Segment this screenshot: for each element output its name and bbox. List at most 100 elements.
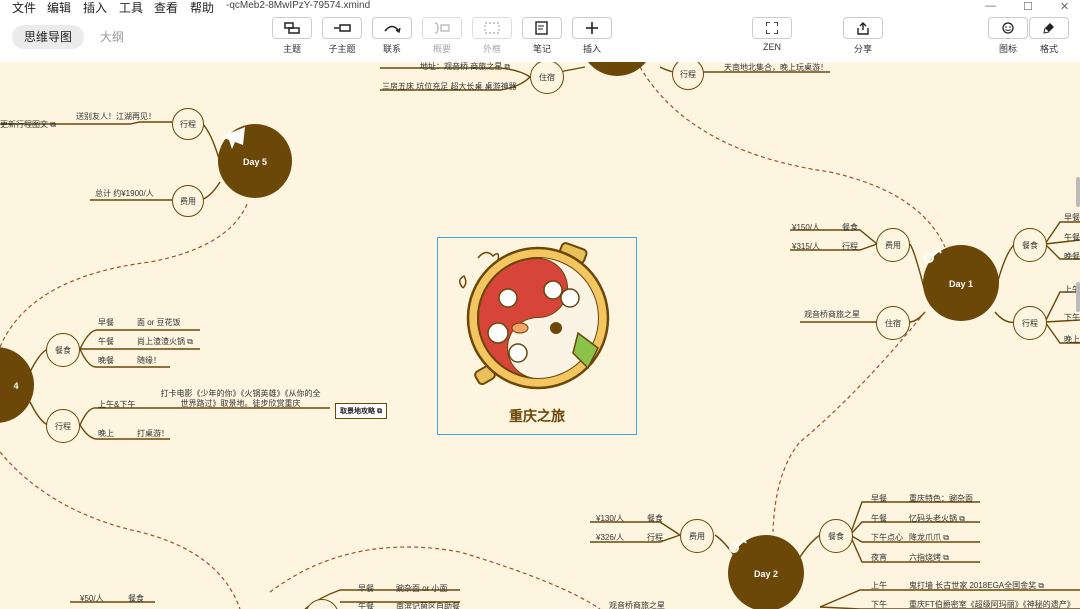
format-button[interactable]: 格式 [1028,17,1070,55]
share-button[interactable]: 分享 [842,17,884,55]
day4-evening[interactable]: 晚上 [98,428,114,439]
day1-meal-cost-label[interactable]: 餐食 [842,222,858,233]
day2-travel-cost[interactable]: ¥326/人 [596,532,624,543]
day2-snack-value[interactable]: 降龙爪爪 ⧉ [909,532,949,543]
fullscreen-icon [766,22,778,34]
icon-panel-button[interactable]: 图标 [987,17,1029,55]
menu-bar: 文件 编辑 插入 工具 查看 帮助 -qcMeb2-8MwIPzY-79574.… [0,0,1080,15]
day4-afternoon-value[interactable]: 打卡电影《少年的你》《火锅英雄》《从你的全世界路过》取景地。徒步欣赏重庆 [158,389,323,409]
day2-hotel[interactable]: 观音桥商旅之星 [609,600,665,609]
day4-evening-value[interactable]: 打桌游！ [137,428,169,439]
day2-breakfast-value[interactable]: 重庆特色：豌杂面 [909,493,973,504]
top-address[interactable]: 地址：观音桥 商旅之星 ⧉ [420,62,510,72]
minimize-button[interactable]: — [985,0,996,12]
day2-meal-cost-label[interactable]: 餐食 [647,513,663,524]
note-button[interactable]: 笔记 [521,17,563,55]
day4-dinner-value[interactable]: 随缘！ [137,355,161,366]
subtopic-button[interactable]: 子主题 [321,17,363,55]
day3-breakfast[interactable]: 早餐 [358,583,374,594]
day1-hotel[interactable]: 观音桥商旅之星 [804,309,860,320]
external-link-icon[interactable]: ⧉ [187,337,193,346]
tab-mindmap[interactable]: 思维导图 [12,25,85,49]
maximize-button[interactable]: ☐ [1023,0,1033,13]
day2-morning-value[interactable]: 鬼打墙 长古世家 2018EGA全国金奖 ⧉ [909,580,1044,591]
day1-afternoon[interactable]: 下午 [1064,312,1080,323]
day1-cost-node[interactable]: 费用 [876,228,910,262]
summary-button[interactable]: 概要 [421,17,463,55]
day1-travel-cost-label[interactable]: 行程 [842,241,858,252]
day4-dinner[interactable]: 晚餐 [98,355,114,366]
day2-afternoon[interactable]: 下午 [871,599,887,609]
day4-lunch-value[interactable]: 尚上渣渣火锅 ⧉ [137,336,193,347]
day4-breakfast[interactable]: 早餐 [98,317,114,328]
tab-outline[interactable]: 大纲 [88,25,136,49]
top-meetup[interactable]: 天南地北集合，晚上玩桌游！ [724,62,828,73]
central-topic[interactable]: 重庆之旅 [437,237,637,435]
day1-evening[interactable]: 晚上 [1064,334,1080,345]
day3-lunch-value[interactable]: 南滨记菌区自助餐 [396,601,460,609]
day5-node[interactable]: Day 5 [218,124,292,198]
day1-breakfast[interactable]: 早餐 [1064,212,1080,223]
mindmap-canvas[interactable]: Day 5 行程 费用 送别友人！江湖再见！ 更新行程图文 ⧉ 总计 约¥190… [0,62,1080,609]
external-link-icon[interactable]: ⧉ [943,533,949,542]
day1-lunch[interactable]: 午餐 [1064,232,1080,243]
icon-panel-label: 图标 [998,44,1017,54]
day3-cost-value[interactable]: ¥50/人 [80,593,104,604]
day4-breakfast-value[interactable]: 面 or 豆花饭 [137,317,181,328]
vertical-scrollbar[interactable] [1076,177,1080,207]
day1-meal-cost[interactable]: ¥150/人 [792,222,820,233]
topic-button[interactable]: 主题 [271,17,313,55]
day3-cost-label[interactable]: 餐食 [128,593,144,604]
zen-button[interactable]: ZEN [751,17,793,52]
day4-schedule-node[interactable]: 行程 [46,409,80,443]
external-link-icon[interactable]: ⧉ [377,408,382,415]
insert-label: 插入 [582,44,601,54]
day5-schedule-node[interactable]: 行程 [172,108,204,140]
share-label: 分享 [853,44,872,54]
day4-lunch-value-text: 尚上渣渣火锅 [137,337,185,346]
day2-travel-cost-label[interactable]: 行程 [647,532,663,543]
insert-button[interactable]: 插入 [571,17,613,55]
day1-travel-cost[interactable]: ¥315/人 [792,241,820,252]
day5-farewell[interactable]: 送别友人！江湖再见！ [76,111,156,122]
day5-total[interactable]: 总计 约¥1900/人 [95,188,154,199]
day2-breakfast[interactable]: 早餐 [871,493,887,504]
day2-afternoon-value[interactable]: 重庆FT伯爵密室《超级阿玛丽》《神秘的遗产》 [909,599,1075,609]
external-link-icon[interactable]: ⧉ [959,514,965,523]
day3-breakfast-value[interactable]: 豌杂面 or 小面 [396,583,448,594]
day2-node[interactable]: Day 2 [728,535,804,609]
day4-afternoon[interactable]: 上午&下午 [98,399,135,410]
relation-icon [384,25,401,34]
day2-night[interactable]: 夜宵 [871,552,887,563]
top-room[interactable]: 三房五床 坑位充足 超大长桌 桌游神器 [382,81,517,92]
external-link-icon[interactable]: ⧉ [1038,581,1044,590]
day2-night-value[interactable]: 六指烧烤 ⧉ [909,552,949,563]
day2-lunch-value[interactable]: 忆码头老火锅 ⧉ [909,513,965,524]
day4-spot-box[interactable]: 取景地攻略 ⧉ [335,403,387,419]
close-button[interactable]: ✕ [1060,0,1069,13]
day2-night-value-text: 六指烧烤 [909,553,941,562]
day2-lunch[interactable]: 午餐 [871,513,887,524]
day2-lunch-value-text: 忆码头老火锅 [909,514,957,523]
day2-cost-node[interactable]: 费用 [680,519,714,553]
external-link-icon[interactable]: ⧉ [504,62,510,71]
day2-meal-cost[interactable]: ¥130/人 [596,513,624,524]
horizontal-scroll-handle[interactable] [1076,282,1080,312]
day1-schedule-node[interactable]: 行程 [1013,306,1047,340]
day4-meal-node[interactable]: 餐食 [46,333,80,367]
day2-snack[interactable]: 下午点心 [871,532,903,543]
boundary-button[interactable]: 外框 [471,17,513,55]
day3-lunch[interactable]: 午餐 [358,601,374,609]
day1-dinner[interactable]: 晚餐 [1064,251,1080,262]
day1-stay-node[interactable]: 住宿 [876,306,910,340]
day1-node[interactable]: Day 1 [923,245,999,321]
external-link-icon[interactable]: ⧉ [50,120,56,129]
relation-button[interactable]: 联系 [371,17,413,55]
day1-meal-node[interactable]: 餐食 [1013,228,1047,262]
day2-meal-node[interactable]: 餐食 [819,519,853,553]
day5-cost-node[interactable]: 费用 [172,185,204,217]
day2-morning[interactable]: 上午 [871,580,887,591]
external-link-icon[interactable]: ⧉ [943,553,949,562]
day4-lunch[interactable]: 午餐 [98,336,114,347]
day5-cut-link[interactable]: 更新行程图文 ⧉ [0,119,56,130]
